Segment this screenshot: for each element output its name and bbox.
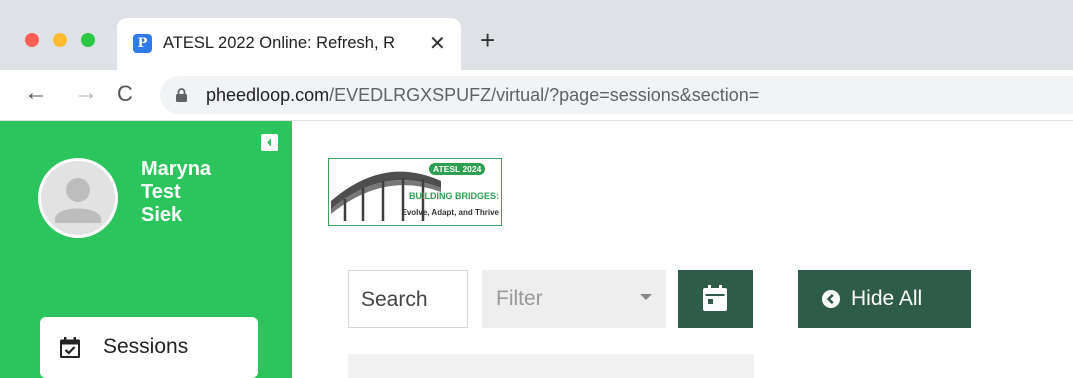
hide-all-label: Hide All (851, 287, 923, 310)
window-minimize-button[interactable] (53, 33, 67, 47)
new-tab-button[interactable]: + (480, 27, 495, 53)
caret-down-icon (640, 294, 652, 300)
url-text: pheedloop.com/EVEDLRGXSPUFZ/virtual/?pag… (206, 85, 759, 106)
window-zoom-button[interactable] (81, 33, 95, 47)
collapse-sidebar-button[interactable] (261, 134, 278, 151)
user-first-name: Maryna (141, 158, 212, 180)
search-placeholder: Search (361, 288, 428, 311)
window-close-button[interactable] (25, 33, 39, 47)
tab-title: ATESL 2022 Online: Refresh, R (163, 34, 396, 52)
sidebar-item-sessions[interactable]: Sessions (40, 317, 258, 378)
filter-select[interactable]: Filter (482, 270, 666, 328)
hide-all-button[interactable]: Hide All (798, 270, 971, 328)
back-arrow-icon[interactable]: ← (24, 79, 48, 107)
reload-icon[interactable]: C (117, 81, 133, 107)
sidebar: Maryna Test Siek Sessions (0, 121, 292, 378)
browser-tab-strip: P ATESL 2022 Online: Refresh, R ✕ + (0, 0, 1073, 70)
sidebar-item-label: Sessions (103, 335, 189, 358)
chevron-left-circle-icon (822, 290, 840, 308)
logo-tagline: Evolve, Adapt, and Thrive (401, 208, 499, 217)
user-middle-name: Test (141, 181, 181, 203)
user-name: Maryna Test Siek (141, 158, 211, 227)
sessions-list-panel (348, 354, 754, 378)
filter-placeholder: Filter (496, 287, 543, 310)
logo-badge: ATESL 2024 (429, 163, 486, 175)
pheedloop-favicon-icon: P (133, 34, 152, 53)
calendar-check-icon (60, 337, 80, 358)
search-input[interactable]: Search (348, 270, 468, 328)
logo-title: BUILDING BRIDGES: (409, 191, 499, 201)
default-user-icon (41, 161, 115, 235)
url-path: /EVEDLRGXSPUFZ/virtual/?page=sessions&se… (329, 85, 760, 105)
forward-arrow-icon[interactable]: → (74, 79, 98, 107)
browser-toolbar: ← → C pheedloop.com/EVEDLRGXSPUFZ/virtua… (0, 70, 1073, 121)
address-bar[interactable]: pheedloop.com/EVEDLRGXSPUFZ/virtual/?pag… (160, 76, 1073, 114)
lock-icon (176, 88, 187, 102)
user-last-name: Siek (141, 204, 183, 226)
calendar-icon (703, 285, 727, 311)
event-logo: ATESL 2024 BUILDING BRIDGES: Evolve, Ada… (328, 158, 502, 226)
avatar[interactable] (38, 158, 118, 238)
tab-close-icon[interactable]: ✕ (429, 31, 446, 56)
browser-tab[interactable]: P ATESL 2022 Online: Refresh, R ✕ (117, 18, 461, 70)
calendar-view-button[interactable] (678, 270, 753, 328)
chevron-left-icon (267, 138, 271, 147)
url-host: pheedloop.com (206, 85, 330, 105)
